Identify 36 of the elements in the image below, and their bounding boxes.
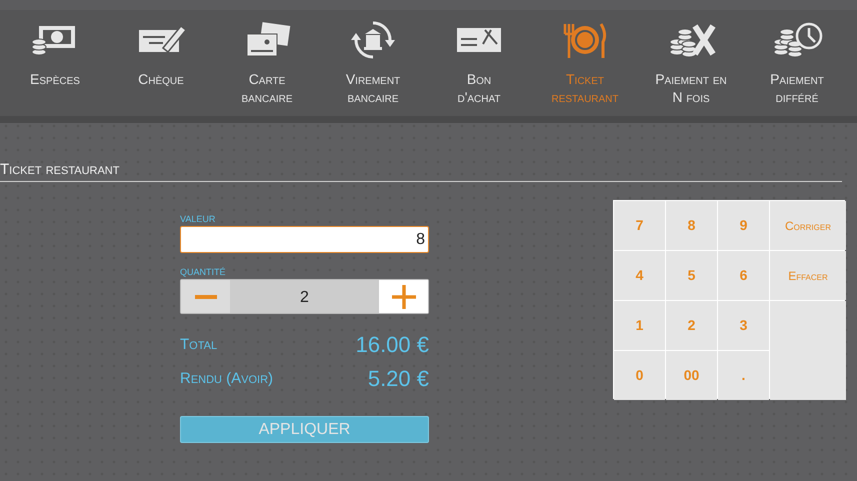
keypad-key[interactable]: 4 <box>614 251 665 300</box>
minus-icon <box>194 294 216 298</box>
keypad-key[interactable]: 3 <box>718 301 769 350</box>
keypad-key[interactable]: 2 <box>666 301 717 350</box>
keypad-key[interactable]: 0 <box>614 351 665 400</box>
field-label: VALEUR <box>180 214 216 224</box>
keypad-key[interactable]: 9 <box>718 201 769 250</box>
keypad-key[interactable]: 00 <box>666 351 717 400</box>
field-label: QUANTITÉ <box>180 267 227 277</box>
keypad-action-key[interactable]: Corriger <box>770 201 846 250</box>
payment-tab[interactable]: Paiement en N fois <box>638 10 744 116</box>
keypad-action-key[interactable]: Effacer <box>770 251 846 300</box>
summary-label: Total <box>180 334 218 355</box>
apply-button[interactable]: APPLIQUER <box>180 416 429 443</box>
value-field[interactable]: 8 <box>180 226 429 253</box>
payment-tab[interactable]: Carte bancaire <box>214 10 320 116</box>
increment-button[interactable] <box>379 280 428 313</box>
payment-tab[interactable]: Virement bancaire <box>320 10 426 116</box>
payment-tab[interactable]: Paiement différé <box>744 10 850 116</box>
payment-tab[interactable]: Espèces <box>2 10 108 116</box>
keypad-key[interactable]: . <box>718 351 769 400</box>
plus-icon <box>392 284 416 308</box>
summary-amount: 5.20 € <box>368 366 429 392</box>
keypad-key[interactable]: 8 <box>666 201 717 250</box>
keypad-key[interactable]: 7 <box>614 201 665 250</box>
summary-label: Rendu (Avoir) <box>180 368 274 389</box>
decrement-button[interactable] <box>181 280 230 313</box>
keypad-key[interactable]: 6 <box>718 251 769 300</box>
payment-tab[interactable]: Ticket restaurant <box>532 10 638 116</box>
keypad-key[interactable]: 5 <box>666 251 717 300</box>
summary-amount: 16.00 € <box>356 332 429 358</box>
payment-tab[interactable]: Bon d'achat <box>426 10 532 116</box>
quantity-value: 2 <box>299 288 310 308</box>
payment-tab[interactable]: Chèque <box>108 10 214 116</box>
keypad-key[interactable]: 1 <box>614 301 665 350</box>
section-title: Ticket restaurant <box>0 161 842 182</box>
